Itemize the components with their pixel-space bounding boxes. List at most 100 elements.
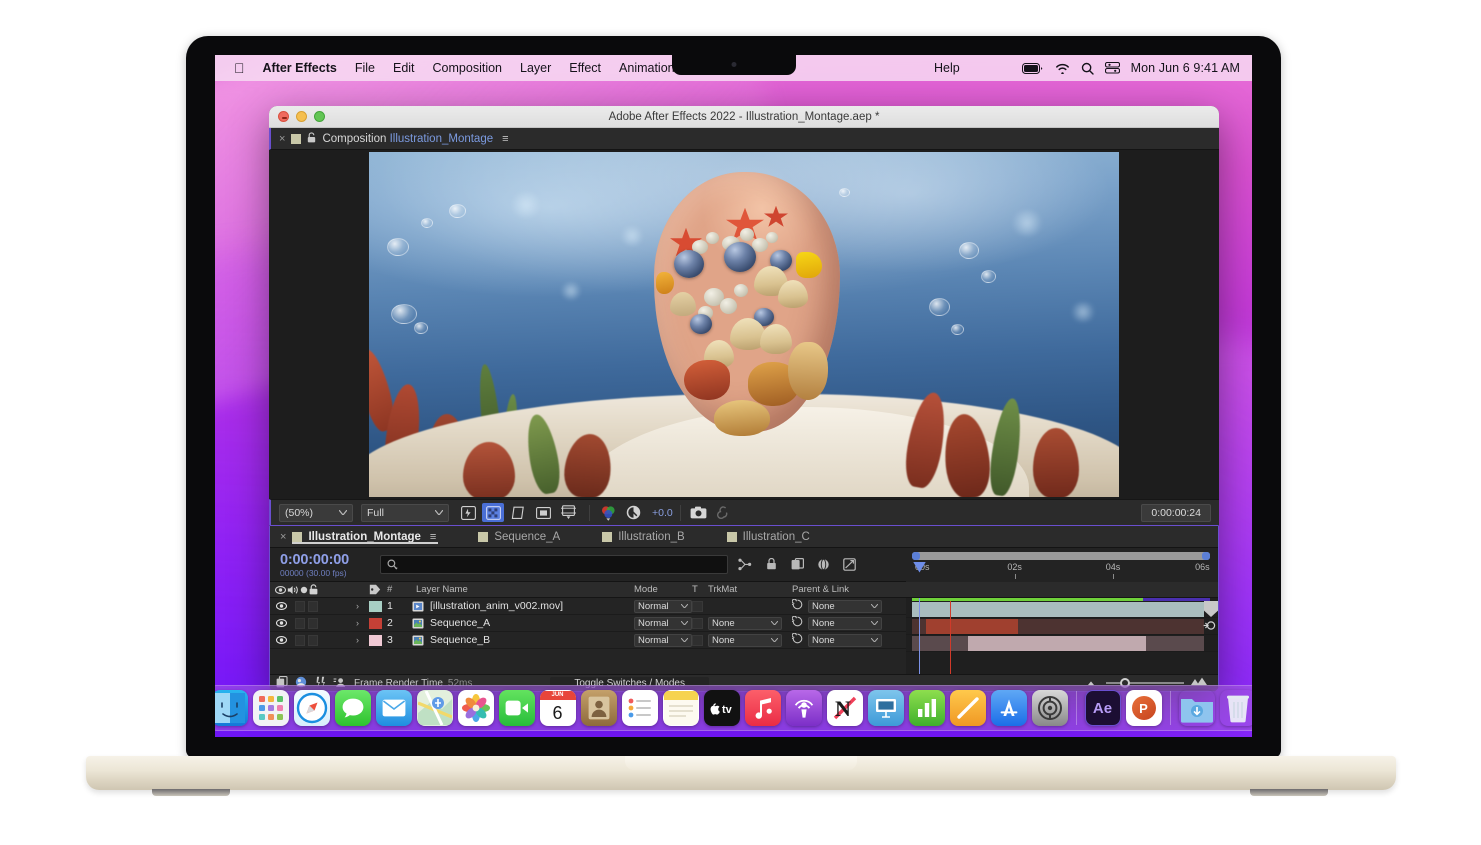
track-row[interactable] bbox=[906, 618, 1218, 635]
search-icon[interactable] bbox=[1081, 62, 1094, 75]
close-timeline-tab-icon[interactable]: × bbox=[280, 531, 286, 543]
expand-layer-caret-icon[interactable]: › bbox=[356, 618, 359, 628]
row-layer-name-cell[interactable]: [illustration_anim_v002.mov] bbox=[406, 598, 628, 614]
video-toggle-icon[interactable] bbox=[274, 619, 289, 627]
snapshot-camera-icon[interactable] bbox=[688, 503, 710, 522]
row-mode-cell[interactable]: Normal bbox=[628, 632, 692, 648]
audio-toggle-box[interactable] bbox=[295, 601, 305, 612]
dock-item-launchpad[interactable] bbox=[253, 690, 289, 726]
lock-icon[interactable] bbox=[307, 132, 316, 146]
track-row[interactable] bbox=[906, 601, 1218, 618]
row-parent-cell[interactable]: None bbox=[788, 615, 898, 631]
timeline-ruler[interactable]: 00s 02s 04s 06s bbox=[906, 548, 1218, 582]
hide-shy-layers-icon[interactable] bbox=[791, 558, 804, 571]
audio-toggle-box[interactable] bbox=[295, 635, 305, 646]
dock-item-calendar[interactable]: JUN 6 bbox=[540, 690, 576, 726]
dock-item-mail[interactable] bbox=[376, 690, 412, 726]
draft-3d-icon[interactable] bbox=[765, 558, 778, 571]
layer-bar-3-active-range[interactable] bbox=[968, 636, 1146, 651]
menu-help[interactable]: Help bbox=[925, 55, 969, 81]
row-mode-cell[interactable]: Normal bbox=[628, 615, 692, 631]
menu-edit[interactable]: Edit bbox=[384, 55, 424, 81]
dock-item-notes[interactable] bbox=[663, 690, 699, 726]
row-t-cell[interactable] bbox=[692, 632, 706, 648]
battery-icon[interactable] bbox=[1022, 63, 1044, 74]
toggle-transparency-grid-icon[interactable] bbox=[482, 503, 504, 522]
video-toggle-icon[interactable] bbox=[274, 602, 289, 610]
dock-item-facetime[interactable] bbox=[499, 690, 535, 726]
dock-item-music[interactable] bbox=[745, 690, 781, 726]
menu-after-effects[interactable]: After Effects bbox=[254, 55, 346, 81]
layer-bar-2-active-range[interactable] bbox=[926, 619, 1018, 634]
work-area-bar[interactable] bbox=[912, 552, 1210, 560]
row-layer-name-cell[interactable]: Sequence_A bbox=[406, 615, 628, 631]
tab-illustration-c[interactable]: Illustration_C bbox=[725, 531, 828, 543]
close-composition-tab-icon[interactable]: × bbox=[279, 133, 285, 145]
exposure-value[interactable]: +0.0 bbox=[652, 507, 673, 519]
dock-item-aftereffects[interactable]: Ae bbox=[1085, 690, 1121, 726]
toggle-guides-icon[interactable] bbox=[557, 503, 579, 522]
parent-pickwhip-icon[interactable] bbox=[792, 616, 803, 630]
work-area-start-handle[interactable] bbox=[912, 552, 920, 560]
fast-preview-icon[interactable] bbox=[457, 503, 479, 522]
expand-layer-caret-icon[interactable]: › bbox=[356, 601, 359, 611]
row-label-color[interactable] bbox=[366, 615, 384, 631]
track-row[interactable] bbox=[906, 635, 1218, 652]
row-layer-name-cell[interactable]: Sequence_B bbox=[406, 632, 628, 648]
dock-item-trash[interactable] bbox=[1220, 690, 1253, 726]
dock-item-finder[interactable] bbox=[215, 690, 248, 726]
composition-viewer[interactable] bbox=[269, 150, 1219, 499]
dock-item-messages[interactable] bbox=[335, 690, 371, 726]
row-label-color[interactable] bbox=[366, 632, 384, 648]
show-snapshot-icon[interactable] bbox=[713, 503, 735, 522]
dock-item-maps[interactable] bbox=[417, 690, 453, 726]
row-trkmat-cell[interactable]: None bbox=[706, 632, 788, 648]
dock-item-appstore[interactable] bbox=[991, 690, 1027, 726]
row-t-cell[interactable] bbox=[692, 615, 706, 631]
menu-effect[interactable]: Effect bbox=[560, 55, 610, 81]
dock-item-photos[interactable] bbox=[458, 690, 494, 726]
viewer-timecode[interactable]: 0:00:00:24 bbox=[1141, 504, 1211, 522]
composition-mini-flowchart-icon[interactable] bbox=[738, 558, 752, 571]
composition-panel-menu-icon[interactable]: ≡ bbox=[502, 133, 508, 145]
work-area-end-handle[interactable] bbox=[1202, 552, 1210, 560]
dock-item-numbers[interactable] bbox=[909, 690, 945, 726]
search-input[interactable] bbox=[380, 555, 728, 574]
current-time-indicator-value[interactable]: 0:00:00:00 bbox=[280, 552, 370, 568]
row-trkmat-cell[interactable]: None bbox=[706, 615, 788, 631]
tab-sequence-a[interactable]: Sequence_A bbox=[476, 531, 578, 543]
row-parent-cell[interactable]: None bbox=[788, 632, 898, 648]
layer-bar-1[interactable] bbox=[912, 602, 1204, 617]
menu-composition[interactable]: Composition bbox=[424, 55, 511, 81]
dock-item-news[interactable]: N bbox=[827, 690, 863, 726]
row-label-color[interactable] bbox=[366, 598, 384, 614]
apple-logo-icon[interactable]:  bbox=[225, 55, 254, 81]
parent-pickwhip-icon[interactable] bbox=[792, 599, 803, 613]
toggle-masks-icon[interactable] bbox=[507, 503, 529, 522]
row-parent-cell[interactable]: None bbox=[788, 598, 898, 614]
control-center-icon[interactable] bbox=[1105, 62, 1120, 74]
graph-editor-icon[interactable] bbox=[817, 558, 830, 571]
region-of-interest-icon[interactable] bbox=[532, 503, 554, 522]
tab-illustration-b[interactable]: Illustration_B bbox=[600, 531, 702, 543]
row-mode-cell[interactable]: Normal bbox=[628, 598, 692, 614]
menu-layer[interactable]: Layer bbox=[511, 55, 560, 81]
dock-item-podcasts[interactable] bbox=[786, 690, 822, 726]
menu-file[interactable]: File bbox=[346, 55, 384, 81]
timeline-track-area[interactable] bbox=[906, 598, 1218, 674]
solo-toggle-box[interactable] bbox=[308, 635, 318, 646]
motion-blur-icon[interactable] bbox=[843, 558, 856, 571]
zoom-level-select[interactable]: (50%) bbox=[279, 504, 353, 522]
dock-item-contacts[interactable] bbox=[581, 690, 617, 726]
dock-item-appletv[interactable]: tv bbox=[704, 690, 740, 726]
resolution-select[interactable]: Full bbox=[361, 504, 449, 522]
composition-tab-label[interactable]: Composition Illustration_Montage bbox=[322, 133, 493, 145]
video-toggle-icon[interactable] bbox=[274, 636, 289, 644]
dock-item-keynote[interactable] bbox=[868, 690, 904, 726]
dock-item-reminders[interactable] bbox=[622, 690, 658, 726]
dock-item-settings[interactable] bbox=[1032, 690, 1068, 726]
solo-toggle-box[interactable] bbox=[308, 618, 318, 629]
solo-toggle-box[interactable] bbox=[308, 601, 318, 612]
dock-item-powerpoint[interactable]: P bbox=[1126, 690, 1162, 726]
motion-blur-switch-icon[interactable] bbox=[1203, 619, 1217, 632]
